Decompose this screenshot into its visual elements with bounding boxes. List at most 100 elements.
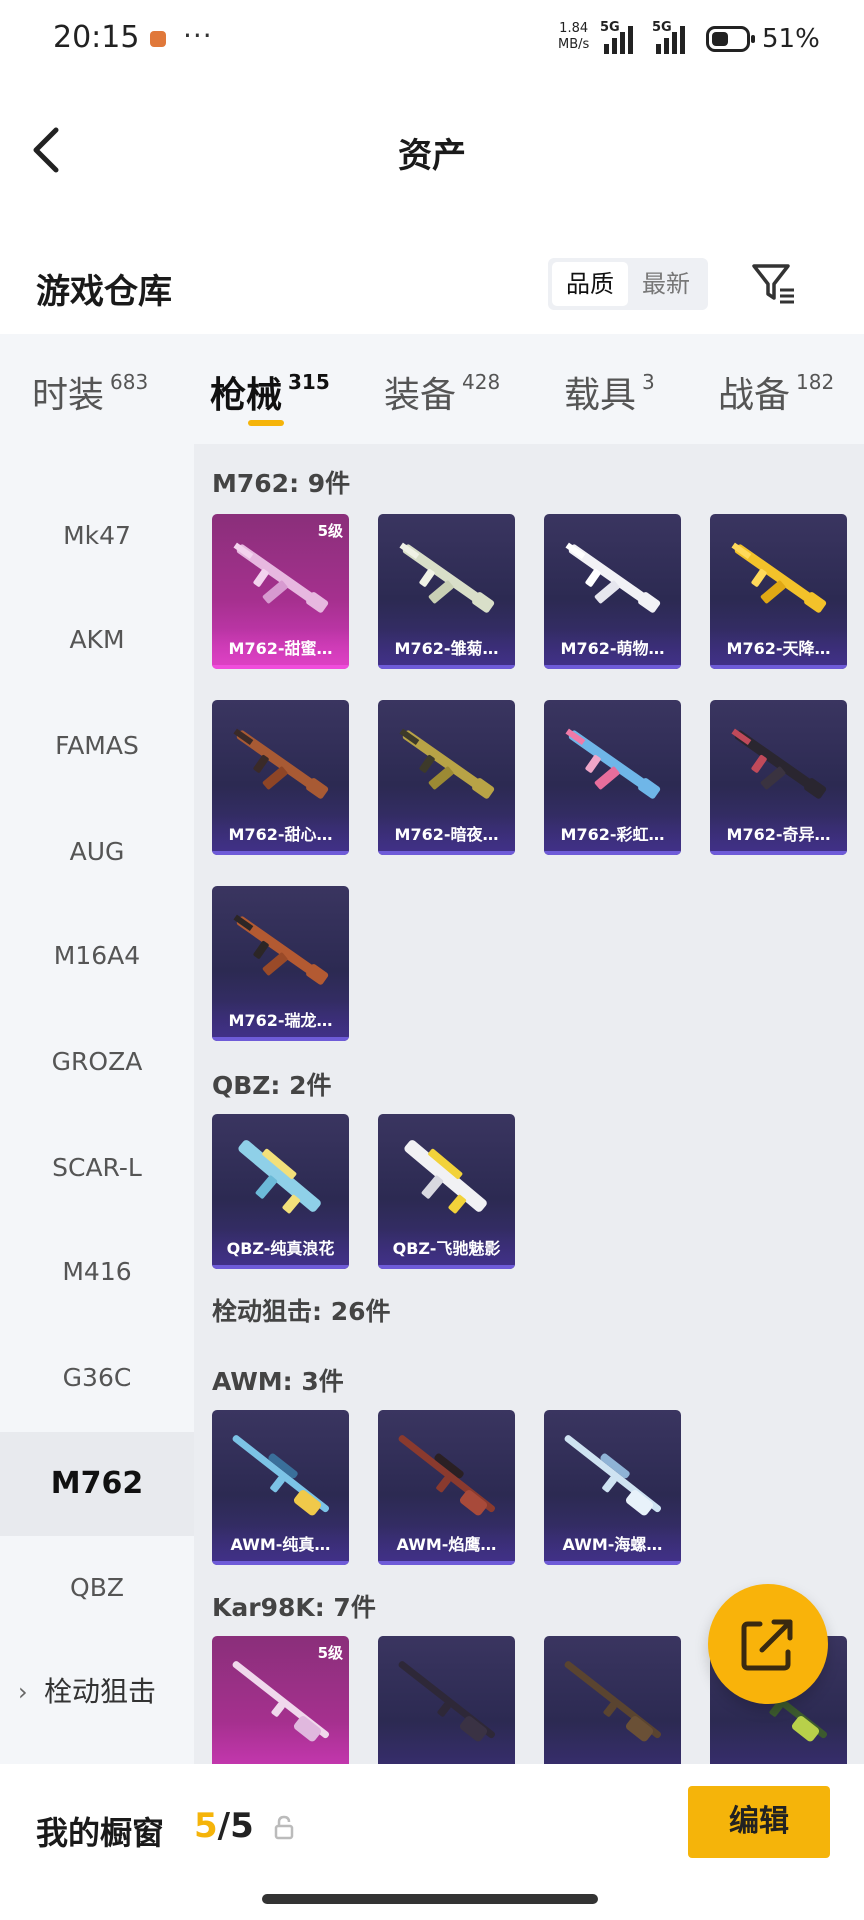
rarity-stripe [212, 1561, 349, 1565]
sort-option-latest[interactable]: 最新 [628, 262, 704, 306]
tab-equipment[interactable]: 装备 428 [384, 366, 500, 418]
filter-button[interactable] [748, 258, 798, 308]
item-name: M762-暗夜… [378, 815, 515, 855]
showcase-count: 5/5 [194, 1806, 254, 1846]
rarity-stripe [544, 851, 681, 855]
sniper-skin-icon [232, 1661, 330, 1742]
battery-icon [706, 26, 755, 52]
item-name: AWM-焰鹰… [378, 1525, 515, 1565]
tab-count: 428 [462, 370, 501, 394]
sidebar-group-label: 栓动狙击 [44, 1675, 157, 1708]
sidebar-item-scar-l[interactable]: SCAR-L [0, 1116, 194, 1220]
network-speed-unit: MB/s [558, 37, 590, 52]
showcase-separator: / [217, 1806, 231, 1846]
tab-count: 683 [110, 370, 149, 394]
item-name: M762-甜心… [212, 815, 349, 855]
item-card[interactable]: QBZ-飞驰魅影 [378, 1114, 515, 1269]
rifle-skin-icon [233, 728, 329, 799]
status-time: 20:15 [53, 20, 140, 55]
lock-icon [274, 1815, 294, 1840]
share-button[interactable] [708, 1584, 828, 1704]
rifle-skin-icon [404, 1140, 487, 1214]
rarity-stripe [212, 665, 349, 669]
rifle-skin-icon [399, 728, 495, 799]
item-card[interactable]: M762-彩虹… [544, 700, 681, 855]
item-card[interactable] [378, 1636, 515, 1764]
item-card[interactable]: AWM-海螺… [544, 1410, 681, 1565]
item-name: M762-奇异… [710, 815, 847, 855]
tab-label: 战备 [718, 375, 791, 416]
item-card[interactable] [544, 1636, 681, 1764]
active-tab-indicator [248, 420, 284, 426]
item-card[interactable]: 5级 [212, 1636, 349, 1764]
home-indicator[interactable] [262, 1894, 598, 1904]
sort-option-quality[interactable]: 品质 [552, 262, 628, 306]
rarity-stripe [710, 851, 847, 855]
item-card[interactable]: M762-奇异… [710, 700, 847, 855]
item-card[interactable]: M762-雏菊… [378, 514, 515, 669]
tab-label: 载具 [564, 375, 637, 416]
sidebar-item-mk47[interactable]: Mk47 [0, 484, 194, 588]
tab-vehicles[interactable]: 载具 3 [564, 366, 655, 418]
sniper-skin-icon [398, 1435, 496, 1516]
rifle-skin-icon [238, 1140, 321, 1214]
sidebar-item-akm[interactable]: AKM [0, 588, 194, 692]
rarity-stripe [710, 665, 847, 669]
item-card[interactable]: QBZ-纯真浪花 [212, 1114, 349, 1269]
edit-button[interactable]: 编辑 [688, 1786, 830, 1858]
battery-percent: 51% [762, 24, 820, 54]
signal-5g-icon: 5G [600, 20, 648, 54]
status-bar: 20:15 ··· 1.84 MB/s 5G 5G 51% [0, 0, 864, 80]
item-level-badge: 5级 [317, 522, 343, 540]
network-speed-value: 1.84 [559, 21, 589, 36]
showcase-current: 5 [194, 1806, 218, 1846]
item-card[interactable]: M762-甜心… [212, 700, 349, 855]
tab-count: 315 [288, 370, 330, 394]
sidebar-item-famas[interactable]: FAMAS [0, 694, 194, 798]
tab-count: 182 [796, 370, 835, 394]
rarity-stripe [544, 665, 681, 669]
item-grid-panel: M762: 9件 5级 M762-甜蜜… M762-雏菊… M762-萌物… M… [194, 444, 864, 1764]
sidebar-item-qbz[interactable]: QBZ [0, 1536, 194, 1640]
tab-fashion[interactable]: 时装 683 [32, 366, 148, 418]
rarity-stripe [378, 1265, 515, 1269]
more-notifications-icon: ··· [183, 19, 213, 52]
rarity-stripe [378, 851, 515, 855]
sidebar-item-m416[interactable]: M416 [0, 1220, 194, 1324]
battery-fill [712, 32, 728, 46]
tab-label: 枪械 [210, 375, 283, 416]
tab-supplies[interactable]: 战备 182 [718, 366, 834, 418]
tab-count: 3 [642, 370, 655, 394]
sidebar-item-groza[interactable]: GROZA [0, 1010, 194, 1114]
item-card[interactable]: AWM-纯真… [212, 1410, 349, 1565]
sidebar-item-g36c[interactable]: G36C [0, 1326, 194, 1430]
rifle-skin-icon [233, 914, 329, 985]
tab-firearms[interactable]: 枪械 315 [210, 366, 330, 418]
item-card[interactable]: M762-天降… [710, 514, 847, 669]
sidebar-item-aug[interactable]: AUG [0, 800, 194, 904]
group-title-kar98k: Kar98K: 7件 [212, 1593, 376, 1622]
item-name: M762-彩虹… [544, 815, 681, 855]
sidebar-item-m16a4[interactable]: M16A4 [0, 904, 194, 1008]
share-icon [741, 1619, 793, 1671]
tab-label: 装备 [384, 375, 457, 416]
item-card[interactable]: 5级 M762-甜蜜… [212, 514, 349, 669]
item-name: QBZ-飞驰魅影 [378, 1229, 515, 1269]
sidebar-group-bolt-action[interactable]: › 栓动狙击 [0, 1640, 194, 1744]
sidebar-item-m762[interactable]: M762 [0, 1432, 194, 1536]
item-name: AWM-海螺… [544, 1525, 681, 1565]
item-level-badge: 5级 [317, 1644, 343, 1662]
item-name: M762-瑞龙… [212, 1001, 349, 1041]
rifle-skin-icon [399, 542, 495, 613]
rifle-skin-icon [731, 542, 827, 613]
rarity-stripe [378, 1561, 515, 1565]
weapon-sidebar: Mk47 AKM FAMAS AUG M16A4 GROZA SCAR-L M4… [0, 444, 194, 1764]
item-card[interactable]: M762-萌物… [544, 514, 681, 669]
item-card[interactable]: AWM-焰鹰… [378, 1410, 515, 1565]
item-card[interactable]: M762-暗夜… [378, 700, 515, 855]
rarity-stripe [212, 1265, 349, 1269]
item-name: M762-雏菊… [378, 629, 515, 669]
group-title-bolt-action: 栓动狙击: 26件 [212, 1297, 391, 1326]
chevron-right-icon: › [18, 1678, 28, 1706]
item-card[interactable]: M762-瑞龙… [212, 886, 349, 1041]
